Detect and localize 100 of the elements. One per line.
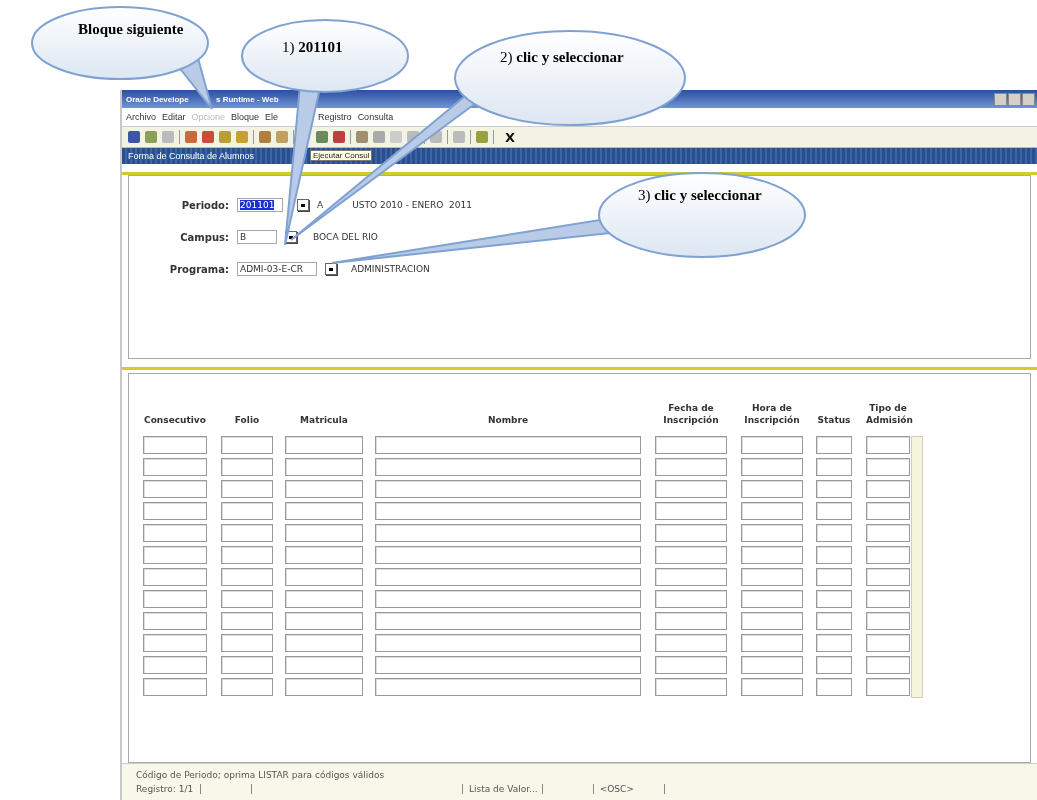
table-cell[interactable] — [816, 524, 852, 542]
table-cell[interactable] — [221, 480, 273, 498]
table-cell[interactable] — [375, 502, 641, 520]
table-cell[interactable] — [816, 634, 852, 652]
exit-button[interactable]: X — [505, 129, 516, 145]
table-cell[interactable] — [741, 436, 803, 454]
table-cell[interactable] — [221, 612, 273, 630]
table-cell[interactable] — [143, 612, 207, 630]
table-cell[interactable] — [655, 678, 727, 696]
table-cell[interactable] — [816, 458, 852, 476]
table-cell[interactable] — [741, 656, 803, 674]
table-cell[interactable] — [741, 678, 803, 696]
table-cell[interactable] — [866, 590, 910, 608]
table-cell[interactable] — [866, 612, 910, 630]
table-cell[interactable] — [816, 656, 852, 674]
minimize-button[interactable] — [994, 92, 1007, 106]
table-cell[interactable] — [655, 502, 727, 520]
table-cell[interactable] — [655, 634, 727, 652]
table-cell[interactable] — [285, 612, 363, 630]
table-cell[interactable] — [375, 458, 641, 476]
toolbar-button[interactable] — [356, 131, 368, 143]
table-cell[interactable] — [816, 678, 852, 696]
table-cell[interactable] — [285, 590, 363, 608]
table-cell[interactable] — [375, 656, 641, 674]
table-cell[interactable] — [655, 656, 727, 674]
table-cell[interactable] — [655, 480, 727, 498]
table-cell[interactable] — [741, 568, 803, 586]
table-cell[interactable] — [143, 634, 207, 652]
table-cell[interactable] — [816, 612, 852, 630]
table-cell[interactable] — [655, 436, 727, 454]
table-cell[interactable] — [285, 436, 363, 454]
table-cell[interactable] — [866, 546, 910, 564]
table-cell[interactable] — [221, 656, 273, 674]
toolbar-button[interactable] — [316, 131, 328, 143]
table-cell[interactable] — [741, 590, 803, 608]
table-cell[interactable] — [375, 480, 641, 498]
table-cell[interactable] — [741, 480, 803, 498]
table-cell[interactable] — [285, 546, 363, 564]
table-cell[interactable] — [285, 480, 363, 498]
table-cell[interactable] — [143, 590, 207, 608]
toolbar-button[interactable] — [185, 131, 197, 143]
menu-item[interactable]: Editar — [162, 112, 186, 122]
table-cell[interactable] — [655, 590, 727, 608]
table-cell[interactable] — [143, 656, 207, 674]
toolbar-button[interactable] — [128, 131, 140, 143]
table-cell[interactable] — [285, 568, 363, 586]
table-cell[interactable] — [741, 546, 803, 564]
toolbar-button[interactable] — [476, 131, 488, 143]
input-field[interactable]: B — [237, 230, 277, 244]
table-cell[interactable] — [375, 634, 641, 652]
input-field[interactable]: 201101 — [237, 198, 283, 212]
maximize-button[interactable] — [1008, 92, 1021, 106]
table-cell[interactable] — [866, 458, 910, 476]
toolbar-button[interactable] — [276, 131, 288, 143]
menu-item[interactable]: Consulta — [357, 112, 394, 122]
table-cell[interactable] — [221, 678, 273, 696]
table-cell[interactable] — [143, 480, 207, 498]
table-cell[interactable] — [221, 524, 273, 542]
menu-item[interactable]: Registro — [318, 112, 352, 122]
table-cell[interactable] — [655, 568, 727, 586]
table-cell[interactable] — [143, 546, 207, 564]
table-cell[interactable] — [741, 502, 803, 520]
table-cell[interactable] — [143, 568, 207, 586]
table-cell[interactable] — [866, 524, 910, 542]
table-cell[interactable] — [866, 568, 910, 586]
toolbar-button[interactable] — [236, 131, 248, 143]
dropdown-button[interactable] — [297, 199, 309, 211]
table-cell[interactable] — [816, 546, 852, 564]
table-cell[interactable] — [221, 590, 273, 608]
table-cell[interactable] — [221, 436, 273, 454]
table-cell[interactable] — [866, 480, 910, 498]
table-cell[interactable] — [375, 546, 641, 564]
table-cell[interactable] — [741, 524, 803, 542]
table-cell[interactable] — [221, 546, 273, 564]
table-cell[interactable] — [143, 524, 207, 542]
table-cell[interactable] — [143, 678, 207, 696]
table-cell[interactable] — [285, 656, 363, 674]
toolbar-button[interactable] — [219, 131, 231, 143]
table-cell[interactable] — [375, 524, 641, 542]
table-cell[interactable] — [285, 524, 363, 542]
table-cell[interactable] — [741, 634, 803, 652]
table-cell[interactable] — [285, 458, 363, 476]
table-cell[interactable] — [221, 458, 273, 476]
table-cell[interactable] — [285, 502, 363, 520]
table-cell[interactable] — [375, 612, 641, 630]
table-cell[interactable] — [221, 568, 273, 586]
scrollbar[interactable] — [911, 436, 923, 698]
menu-item[interactable]: Archivo — [126, 112, 156, 122]
menu-item[interactable]: Bloque — [231, 112, 260, 122]
table-cell[interactable] — [741, 612, 803, 630]
table-cell[interactable] — [221, 634, 273, 652]
dropdown-button[interactable] — [325, 263, 337, 275]
table-cell[interactable] — [866, 656, 910, 674]
input-field[interactable]: ADMI-03-E-CR — [237, 262, 317, 276]
table-cell[interactable] — [655, 458, 727, 476]
table-cell[interactable] — [375, 568, 641, 586]
table-cell[interactable] — [816, 502, 852, 520]
toolbar-button[interactable] — [259, 131, 271, 143]
table-cell[interactable] — [741, 458, 803, 476]
close-button[interactable] — [1022, 92, 1035, 106]
